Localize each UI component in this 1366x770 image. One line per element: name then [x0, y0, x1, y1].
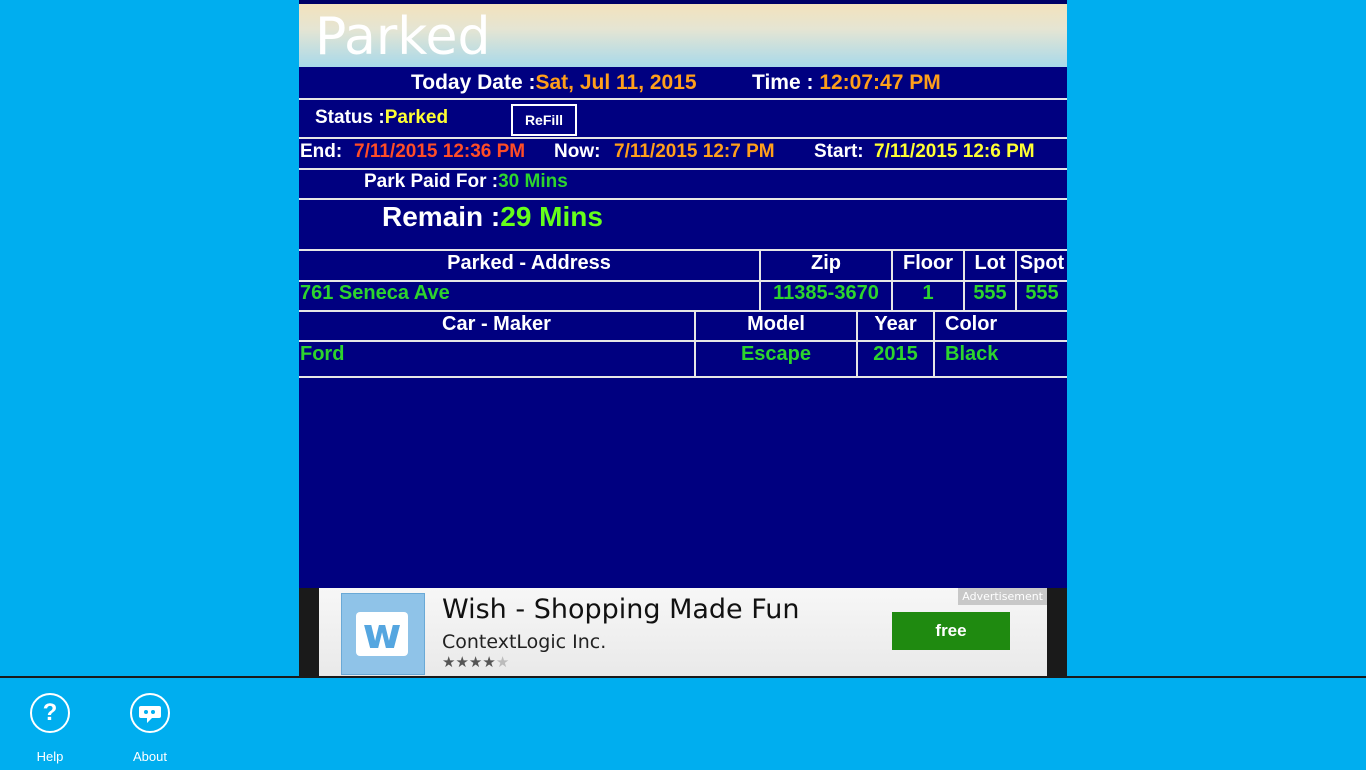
star-icon: ★	[442, 654, 456, 671]
maker-value: Ford	[300, 343, 345, 365]
wish-logo-letter: w	[356, 612, 408, 656]
remain-label: Remain :	[382, 201, 501, 232]
divider	[299, 310, 1067, 312]
lot-header: Lot	[974, 252, 1006, 274]
refill-button[interactable]: ReFill	[511, 104, 577, 136]
ad-title: Wish - Shopping Made Fun	[442, 594, 800, 625]
lot-value: 555	[973, 282, 1007, 304]
ad-banner[interactable]: w Wish - Shopping Made Fun ContextLogic …	[319, 588, 1047, 677]
year-value: 2015	[873, 343, 918, 365]
title-bar: Parked	[299, 4, 1067, 67]
ad-free-button[interactable]: free	[892, 612, 1010, 650]
year-header: Year	[874, 313, 917, 335]
address-header: Parked - Address	[447, 252, 611, 274]
divider	[299, 340, 1067, 342]
about-label: About	[133, 749, 167, 764]
zip-value: 11385-3670	[773, 282, 879, 304]
status-row: Status :Parked	[299, 100, 1067, 137]
app-title: Parked	[315, 7, 491, 67]
help-button[interactable]: ? Help	[10, 693, 90, 764]
col-divider	[759, 251, 761, 310]
maker-header: Car - Maker	[442, 313, 551, 335]
ad-badge: Advertisement	[958, 588, 1047, 605]
date-label: Today Date :	[411, 71, 536, 94]
spot-header: Spot	[1019, 252, 1065, 274]
col-divider	[1015, 251, 1017, 310]
star-icon: ★	[495, 654, 510, 671]
about-button[interactable]: About	[110, 693, 190, 764]
wish-logo: w	[341, 593, 425, 675]
address-value: 761 Seneca Ave	[300, 282, 450, 304]
help-label: Help	[36, 749, 64, 764]
floor-value: 1	[922, 282, 934, 304]
model-value: Escape	[740, 343, 812, 365]
paid-label: Park Paid For :	[364, 171, 499, 192]
date-value: Sat, Jul 11, 2015	[535, 71, 697, 94]
end-value: 7/11/2015 12:36 PM	[354, 141, 526, 162]
chat-icon	[130, 693, 170, 733]
spot-value: 555	[1025, 282, 1059, 304]
end-label: End:	[300, 141, 343, 162]
floor-header: Floor	[903, 252, 953, 274]
star-icon: ★	[455, 654, 469, 671]
question-icon: ?	[30, 693, 70, 733]
ad-publisher: ContextLogic Inc.	[442, 631, 607, 653]
remain-row: Remain :29 Mins	[299, 200, 1067, 249]
status-label: Status :	[315, 107, 385, 128]
ad-rating-stars: ★★★★★	[442, 653, 509, 671]
ad-container: w Wish - Shopping Made Fun ContextLogic …	[299, 588, 1067, 677]
paid-row: Park Paid For :30 Mins	[299, 170, 1067, 198]
time-value: 12:07:47 PM	[819, 71, 941, 94]
now-label: Now:	[554, 141, 601, 162]
col-divider	[694, 311, 696, 376]
col-divider	[891, 251, 893, 310]
times-row: End: 7/11/2015 12:36 PM Now: 7/11/2015 1…	[299, 140, 1067, 168]
paid-value: 30 Mins	[498, 171, 568, 192]
star-icon: ★	[468, 654, 483, 671]
divider	[299, 376, 1067, 378]
model-header: Model	[747, 313, 805, 335]
col-divider	[933, 311, 935, 376]
color-header: Color	[945, 313, 998, 335]
divider	[299, 137, 1067, 139]
app-panel: Parked Today Date :Sat, Jul 11, 2015 Tim…	[299, 0, 1067, 677]
start-value: 7/11/2015 12:6 PM	[874, 141, 1035, 162]
start-label: Start:	[814, 141, 864, 162]
col-divider	[856, 311, 858, 376]
time-label: Time :	[752, 71, 814, 94]
app-bar: ? Help About	[0, 676, 1366, 770]
date-row: Today Date :Sat, Jul 11, 2015 Time : 12:…	[299, 70, 1067, 98]
star-icon: ★	[482, 654, 496, 671]
col-divider	[963, 251, 965, 310]
zip-header: Zip	[811, 252, 841, 274]
remain-value: 29 Mins	[500, 201, 603, 232]
status-value: Parked	[384, 107, 449, 128]
color-value: Black	[945, 343, 999, 365]
divider	[299, 249, 1067, 251]
now-value: 7/11/2015 12:7 PM	[614, 141, 775, 162]
